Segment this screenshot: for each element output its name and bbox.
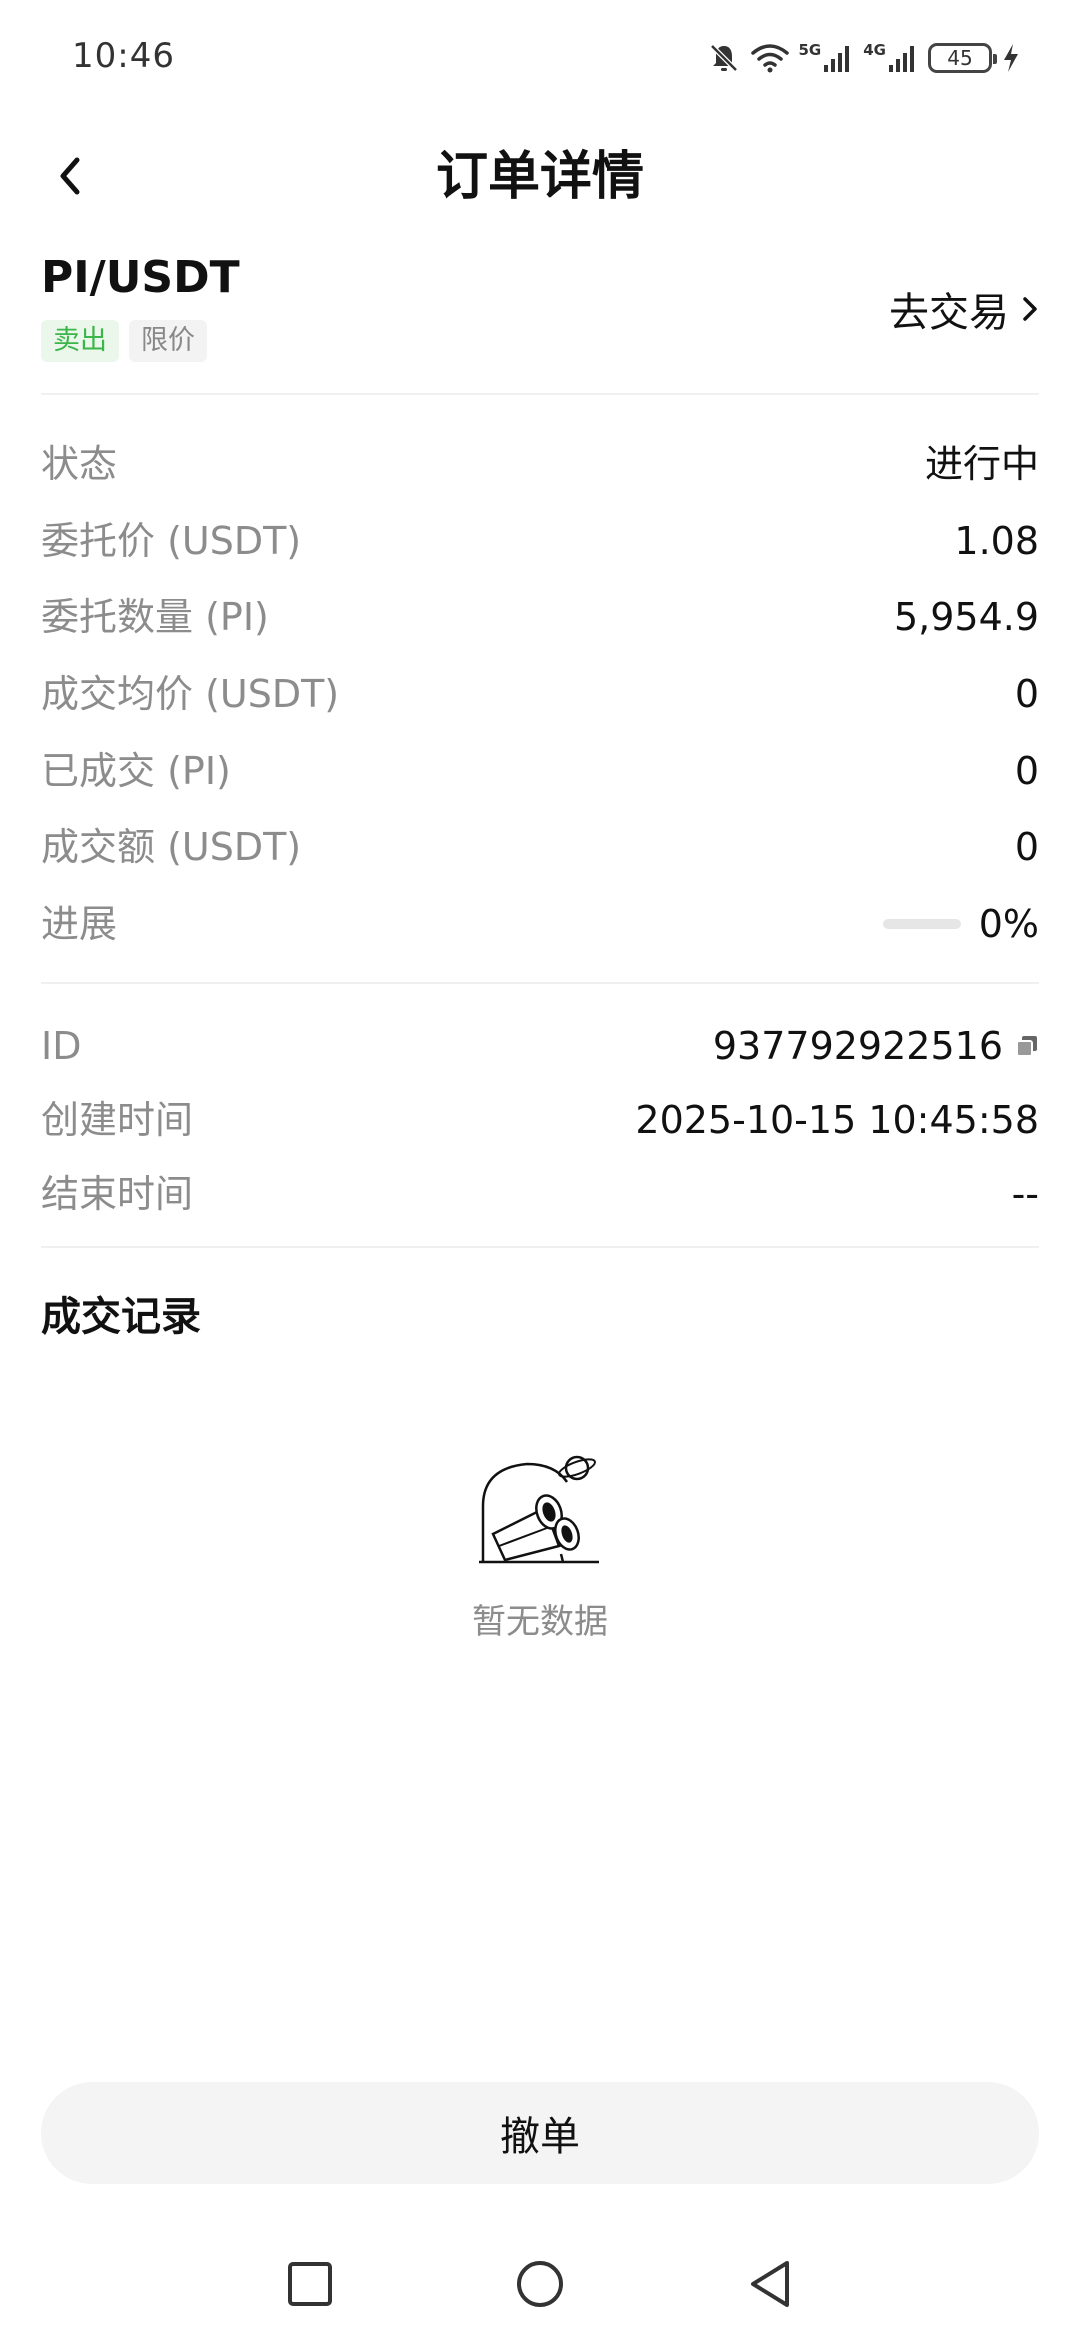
order-meta-list: ID 937792922516 创建时间 2025-10-15 10:45:58… bbox=[41, 1008, 1039, 1230]
battery-level: 45 bbox=[947, 46, 973, 70]
detail-value: 0 bbox=[1014, 672, 1039, 717]
detail-value: 0 bbox=[1014, 748, 1039, 793]
empty-state: 暂无数据 bbox=[0, 1450, 1080, 1643]
bell-muted-icon bbox=[709, 44, 738, 72]
meta-label: 创建时间 bbox=[41, 1098, 194, 1142]
detail-row-turnover: 成交额 (USDT) 0 bbox=[41, 809, 1039, 886]
copy-button[interactable] bbox=[1015, 1034, 1039, 1058]
detail-row-price: 委托价 (USDT) 1.08 bbox=[41, 503, 1039, 580]
page-title: 订单详情 bbox=[435, 147, 644, 207]
triangle-back-icon bbox=[751, 2261, 789, 2307]
meta-row-id: ID 937792922516 bbox=[41, 1008, 1039, 1082]
detail-label: 委托价 (USDT) bbox=[41, 518, 302, 563]
order-type-tag: 限价 bbox=[129, 320, 207, 362]
detail-label: 进展 bbox=[41, 902, 118, 947]
progress-display: 0% bbox=[882, 886, 1039, 962]
back-nav-button[interactable] bbox=[740, 2254, 800, 2314]
empty-text: 暂无数据 bbox=[472, 1602, 608, 1642]
circle-icon bbox=[517, 2261, 563, 2307]
detail-value: 进行中 bbox=[924, 442, 1039, 486]
divider bbox=[41, 1246, 1039, 1248]
square-icon bbox=[288, 2262, 332, 2306]
system-nav-bar bbox=[0, 2230, 1080, 2340]
signal-icon bbox=[824, 46, 850, 72]
divider bbox=[41, 982, 1039, 984]
detail-row-filled: 已成交 (PI) 0 bbox=[41, 733, 1039, 810]
pair-section: PI/USDT 卖出 限价 去交易 bbox=[41, 252, 1039, 392]
status-time: 10:46 bbox=[72, 36, 175, 76]
cancel-order-button[interactable]: 撤单 bbox=[41, 2082, 1039, 2184]
status-bar: 10:46 5G 4G 45 bbox=[0, 0, 1080, 120]
progress-bar bbox=[882, 919, 961, 930]
detail-label: 成交均价 (USDT) bbox=[41, 672, 340, 717]
copy-icon bbox=[1016, 1036, 1037, 1057]
detail-value: 1.08 bbox=[954, 518, 1039, 563]
meta-row-created: 创建时间 2025-10-15 10:45:58 bbox=[41, 1082, 1039, 1156]
detail-value: 5,954.9 bbox=[893, 595, 1039, 640]
side-tag: 卖出 bbox=[41, 320, 119, 362]
trade-records-title: 成交记录 bbox=[41, 1294, 201, 1340]
meta-row-ended: 结束时间 -- bbox=[41, 1156, 1039, 1230]
meta-label: 结束时间 bbox=[41, 1172, 194, 1216]
detail-row-avg-price: 成交均价 (USDT) 0 bbox=[41, 656, 1039, 733]
order-tags: 卖出 限价 bbox=[41, 320, 207, 362]
home-button[interactable] bbox=[510, 2254, 570, 2314]
meta-value: -- bbox=[1011, 1172, 1039, 1216]
signal-icon bbox=[889, 46, 914, 72]
detail-value: 0 bbox=[1014, 825, 1039, 870]
meta-value: 2025-10-15 10:45:58 bbox=[635, 1098, 1039, 1142]
network-type-2: 4G bbox=[863, 41, 886, 59]
detail-label: 成交额 (USDT) bbox=[41, 825, 302, 870]
divider bbox=[41, 393, 1039, 395]
binoculars-illustration bbox=[479, 1455, 599, 1564]
header: 订单详情 bbox=[0, 120, 1080, 230]
status-icons: 5G 4G 45 bbox=[707, 38, 1021, 78]
order-id-display: 937792922516 bbox=[713, 1008, 1039, 1084]
detail-label: 状态 bbox=[41, 442, 118, 486]
chevron-right-icon bbox=[1023, 297, 1037, 321]
detail-row-status: 状态 进行中 bbox=[41, 426, 1039, 503]
detail-row-amount: 委托数量 (PI) 5,954.9 bbox=[41, 579, 1039, 656]
network-type-1: 5G bbox=[798, 41, 822, 59]
order-id-value: 937792922516 bbox=[712, 1024, 1003, 1068]
pair-name: PI/USDT bbox=[41, 252, 240, 303]
battery-indicator: 45 bbox=[928, 43, 997, 73]
charging-icon bbox=[1004, 44, 1018, 72]
detail-label: 委托数量 (PI) bbox=[41, 595, 269, 640]
detail-row-progress: 进展 0% bbox=[41, 886, 1039, 963]
recents-button[interactable] bbox=[280, 2254, 340, 2314]
meta-label: ID bbox=[41, 1024, 82, 1068]
go-trade-link[interactable]: 去交易 bbox=[889, 280, 1039, 338]
progress-value: 0% bbox=[978, 902, 1039, 947]
go-trade-label: 去交易 bbox=[889, 290, 1009, 336]
detail-label: 已成交 (PI) bbox=[41, 748, 231, 793]
wifi-icon bbox=[750, 44, 789, 73]
order-details-list: 状态 进行中 委托价 (USDT) 1.08 委托数量 (PI) 5,954.9… bbox=[41, 426, 1039, 963]
